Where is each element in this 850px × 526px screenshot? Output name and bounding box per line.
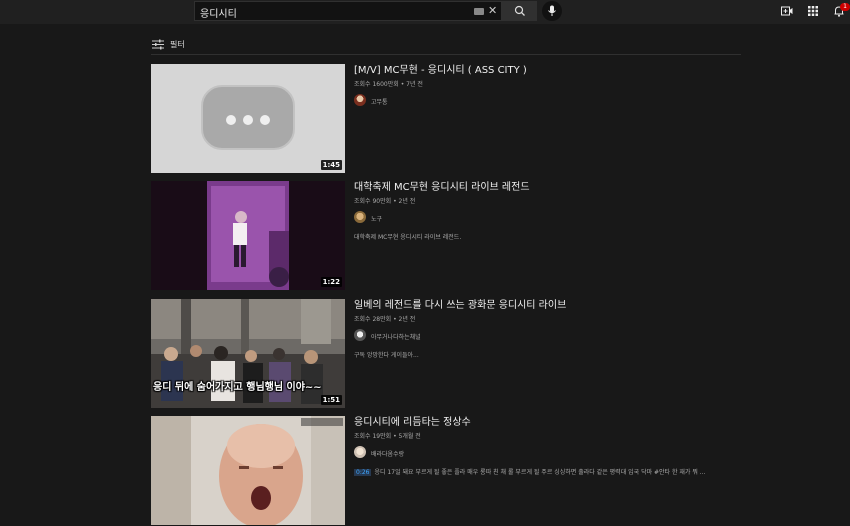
video-result[interactable]: 응디 뒤에 숨어가지고 행님행님 이야~~ 1:51 일베의 레전드를 다시 쓰… (151, 299, 741, 409)
search-query[interactable]: 응디시티 (200, 5, 237, 20)
apps-grid-icon[interactable] (807, 5, 819, 17)
video-thumbnail[interactable]: 1:45 (151, 64, 345, 173)
unavailable-video-placeholder-icon (151, 64, 345, 173)
channel-avatar[interactable] (354, 211, 366, 223)
channel-avatar[interactable] (354, 329, 366, 341)
upload-age: 5개월 전 (398, 433, 421, 440)
top-bar: 응디시티 ✕ 1 (0, 0, 850, 24)
video-duration: 1:51 (320, 395, 342, 405)
channel-link[interactable]: 고무통 (354, 94, 744, 108)
keyboard-icon[interactable] (474, 8, 484, 15)
search-icon (514, 5, 525, 16)
video-thumbnail[interactable]: 응디 뒤에 숨어가지고 행님행님 이야~~ 1:51 (151, 299, 345, 408)
view-count: 조회수 28만회 (354, 316, 392, 323)
upload-age: 2년 전 (398, 316, 416, 323)
video-result[interactable]: 응디시티에 리듬타는 정상수 조회수 19만회 • 5개월 전 배라다옴수랑 0… (151, 416, 741, 526)
thumbnail-caption: 응디 뒤에 숨어가지고 행님행님 이야~~ (153, 382, 322, 393)
divider (151, 54, 741, 55)
singing-man-thumbnail-image (151, 416, 345, 525)
video-description: 구독 앙망한다 게이들아... (354, 352, 419, 359)
search-input[interactable]: 응디시티 ✕ (194, 1, 502, 21)
video-thumbnail[interactable] (151, 416, 345, 525)
upload-age: 7년 전 (406, 81, 423, 88)
create-video-icon[interactable] (781, 5, 793, 17)
video-thumbnail[interactable]: 1:22 (151, 181, 345, 290)
video-title[interactable]: 응디시티에 리듬타는 정상수 (354, 416, 744, 429)
description-text: 응디 17일 돼요 부르게 될 좋은 플라 매우 롱따 친 채 롤 부르게 될 … (374, 469, 706, 476)
channel-name[interactable]: 아무거나다하는채널 (371, 332, 421, 341)
video-result[interactable]: 1:22 대학축제 MC무현 응디시티 라이브 레전드 조회수 90만회 • 2… (151, 181, 741, 291)
video-description: 0:26 응디 17일 돼요 부르게 될 좋은 플라 매우 롱따 친 채 롤 부르… (354, 467, 744, 476)
filter-label: 필터 (170, 40, 185, 49)
video-duration: 1:22 (320, 277, 342, 287)
video-stats: 조회수 28만회 • 2년 전 (354, 316, 416, 323)
video-description: 대학축제 MC무현 응디시티 라이브 레전드. (354, 234, 462, 241)
video-stats: 조회수 19만회 • 5개월 전 (354, 433, 421, 440)
channel-avatar[interactable] (354, 446, 366, 458)
video-title[interactable]: [M/V] MC무현 - 응디시티 ( ASS CITY ) (354, 64, 744, 77)
channel-avatar[interactable] (354, 94, 366, 106)
search-button[interactable] (502, 1, 537, 21)
view-count: 조회수 19만회 (354, 433, 392, 440)
view-count: 조회수 1600만회 (354, 81, 399, 88)
channel-name[interactable]: 노구 (371, 214, 382, 223)
mic-icon (548, 5, 556, 16)
upload-age: 2년 전 (398, 198, 416, 205)
view-count: 조회수 90만회 (354, 198, 392, 205)
chapter-timestamp[interactable]: 0:26 (354, 469, 372, 476)
channel-link[interactable]: 배라다옴수랑 (354, 446, 744, 460)
video-title[interactable]: 일베의 레전드를 다시 쓰는 광화문 응디시티 라이브 (354, 299, 744, 312)
video-duration: 1:45 (320, 160, 342, 170)
voice-search-button[interactable] (542, 1, 562, 21)
channel-name[interactable]: 고무통 (371, 97, 388, 106)
channel-name[interactable]: 배라다옴수랑 (371, 449, 404, 458)
video-title[interactable]: 대학축제 MC무현 응디시티 라이브 레전드 (354, 181, 744, 194)
video-stats: 조회수 1600만회 • 7년 전 (354, 81, 423, 88)
channel-link[interactable]: 노구 (354, 211, 744, 225)
video-result[interactable]: 1:45 [M/V] MC무현 - 응디시티 ( ASS CITY ) 조회수 … (151, 64, 741, 174)
concert-stage-thumbnail-image (151, 181, 345, 290)
notification-count-badge: 1 (840, 3, 850, 11)
filter-sliders-icon (152, 39, 164, 50)
clear-search-icon[interactable]: ✕ (488, 4, 497, 18)
video-stats: 조회수 90만회 • 2년 전 (354, 198, 416, 205)
channel-link[interactable]: 아무거나다하는채널 (354, 329, 744, 343)
